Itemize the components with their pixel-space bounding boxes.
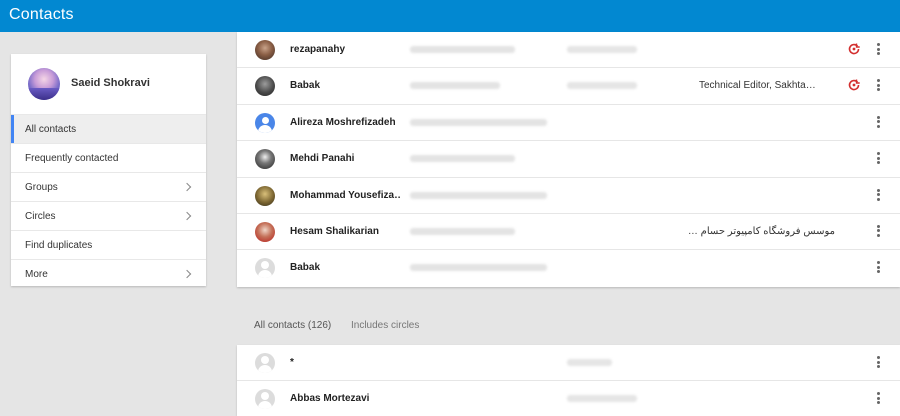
contact-row[interactable]: Babak Technical Editor, Sakhta… (237, 68, 900, 105)
more-vert-icon[interactable] (877, 43, 880, 55)
contact-row[interactable]: Alireza Moshrefizadeh (237, 105, 900, 142)
sidebar-item-label: Frequently contacted (25, 153, 119, 164)
contact-row[interactable]: Mehdi Panahi (237, 141, 900, 178)
avatar[interactable] (28, 68, 60, 100)
more-vert-icon[interactable] (877, 115, 880, 128)
contact-email-blurred (410, 155, 515, 163)
contact-phone-blurred (567, 46, 637, 53)
sidebar-item-groups[interactable]: Groups (11, 172, 206, 201)
contact-title: موسس فروشگاه کامپیوتر حسام … (687, 225, 835, 237)
app-header: Contacts (0, 0, 900, 32)
more-vert-icon[interactable] (877, 392, 880, 404)
contact-phone-blurred (567, 82, 637, 90)
sidebar-item-label: Groups (25, 182, 58, 193)
more-vert-icon[interactable] (877, 79, 880, 92)
contact-row[interactable]: Abbas Mortezavi (237, 381, 900, 416)
sidebar-item-more[interactable]: More (11, 259, 206, 288)
contact-phone-blurred (567, 395, 637, 402)
all-contacts-heading: All contacts (126) (254, 320, 332, 331)
sidebar-item-label: All contacts (25, 124, 77, 135)
contact-avatar (255, 76, 275, 97)
sidebar-item-label: Find duplicates (25, 240, 93, 251)
sidebar-item-all-contacts[interactable]: All contacts (11, 114, 206, 143)
sidebar-item-label: Circles (25, 211, 56, 222)
includes-circles-label: Includes circles (351, 320, 420, 331)
more-vert-icon[interactable] (877, 152, 880, 165)
contact-email-blurred (410, 46, 515, 53)
contact-name: Abbas Mortezavi (290, 393, 370, 404)
contact-name: Mehdi Panahi (290, 153, 355, 165)
app-title[interactable]: Contacts (9, 6, 74, 24)
contact-row[interactable]: * (237, 345, 900, 381)
sidebar: Saeid Shokravi All contacts Frequently c… (11, 54, 206, 286)
sidebar-item-label: More (25, 269, 48, 280)
contact-phone-blurred (567, 359, 612, 366)
more-vert-icon[interactable] (877, 188, 880, 201)
contact-row[interactable]: rezapanahy (237, 32, 900, 69)
chevron-right-icon (182, 211, 192, 221)
contact-avatar (255, 258, 275, 279)
add-to-circles-icon[interactable] (848, 43, 860, 55)
contact-title: Technical Editor, Sakhta… (699, 80, 816, 92)
contact-email-blurred (410, 82, 500, 90)
contact-name: Babak (290, 262, 321, 274)
profile-card[interactable]: Saeid Shokravi (11, 54, 206, 114)
sidebar-item-frequently-contacted[interactable]: Frequently contacted (11, 143, 206, 172)
contact-name: Hesam Shalikarian (290, 225, 379, 237)
contact-avatar (255, 389, 275, 409)
contact-avatar (255, 149, 275, 170)
chevron-right-icon (182, 182, 192, 192)
more-vert-icon[interactable] (877, 224, 880, 237)
contact-name: rezapanahy (290, 44, 346, 55)
frequent-contacts-list: rezapanahy Babak Technical Editor, Sakht… (237, 32, 900, 287)
contact-avatar (255, 353, 275, 373)
contact-email-blurred (410, 118, 547, 126)
contact-avatar (255, 112, 275, 133)
more-vert-icon[interactable] (877, 261, 880, 274)
add-to-circles-icon[interactable] (848, 79, 860, 91)
contact-row[interactable]: Mohammad Yousefiza… (237, 178, 900, 214)
contact-name: Alireza Moshrefizadeh (290, 116, 396, 128)
more-vert-icon[interactable] (877, 356, 880, 368)
contact-email-blurred (410, 191, 547, 199)
contact-avatar (255, 40, 275, 60)
contact-name: Babak (290, 80, 321, 92)
all-contacts-list: * Abbas Mortezavi (237, 345, 900, 416)
chevron-right-icon (182, 269, 192, 279)
contact-row[interactable]: Hesam Shalikarian موسس فروشگاه کامپیوتر … (237, 214, 900, 251)
contact-avatar (255, 221, 275, 242)
contact-email-blurred (410, 264, 547, 272)
profile-name[interactable]: Saeid Shokravi (71, 77, 150, 89)
contact-row[interactable]: Babak (237, 250, 900, 286)
contact-name: Mohammad Yousefiza… (290, 189, 400, 201)
sidebar-item-find-duplicates[interactable]: Find duplicates (11, 230, 206, 259)
contact-name: * (290, 357, 294, 368)
contact-email-blurred (410, 227, 515, 235)
sidebar-item-circles[interactable]: Circles (11, 201, 206, 230)
contact-avatar (255, 185, 275, 206)
